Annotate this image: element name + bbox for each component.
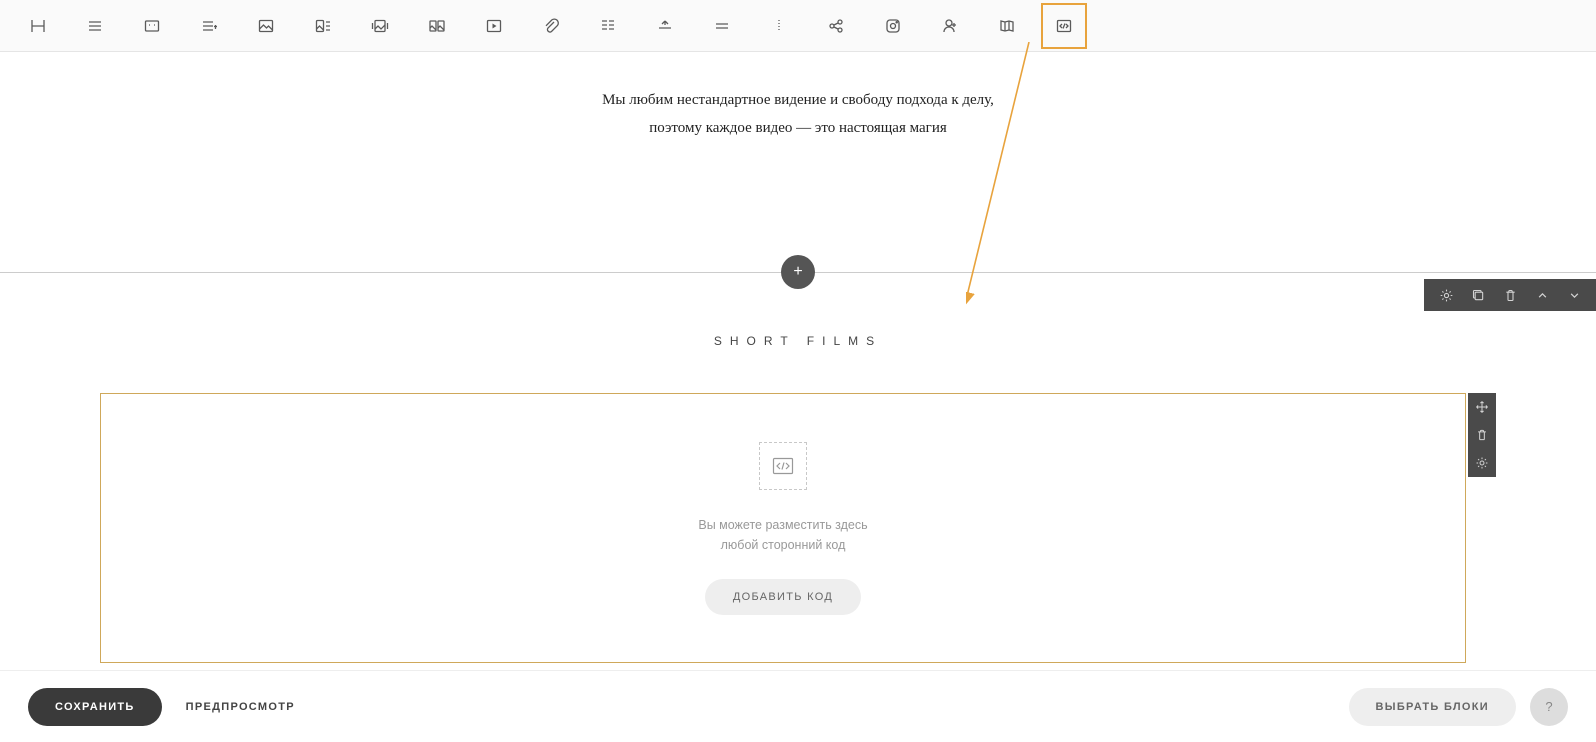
video-icon[interactable] xyxy=(481,13,507,39)
add-code-button[interactable]: ДОБАВИТЬ КОД xyxy=(705,579,861,615)
embed-placeholder-icon xyxy=(759,442,807,490)
block-settings-icon[interactable] xyxy=(1430,279,1462,311)
divider-icon[interactable] xyxy=(709,13,735,39)
person-icon[interactable] xyxy=(937,13,963,39)
save-button[interactable]: СОХРАНИТЬ xyxy=(28,688,162,726)
embed-hint-line-2: любой сторонний код xyxy=(698,535,867,555)
instagram-icon[interactable] xyxy=(880,13,906,39)
block-duplicate-icon[interactable] xyxy=(1462,279,1494,311)
quote-icon[interactable] xyxy=(139,13,165,39)
element-delete-icon[interactable] xyxy=(1468,421,1496,449)
block-move-up-icon[interactable] xyxy=(1526,279,1558,311)
attachment-icon[interactable] xyxy=(538,13,564,39)
map-icon[interactable] xyxy=(994,13,1020,39)
code-embed-icon[interactable] xyxy=(1051,13,1077,39)
block-delete-icon[interactable] xyxy=(1494,279,1526,311)
columns-icon[interactable] xyxy=(595,13,621,39)
heading-icon[interactable] xyxy=(25,13,51,39)
share-icon[interactable] xyxy=(823,13,849,39)
element-move-icon[interactable] xyxy=(1468,393,1496,421)
text-icon[interactable] xyxy=(82,13,108,39)
block-toolbar xyxy=(1424,279,1596,311)
block-move-down-icon[interactable] xyxy=(1558,279,1590,311)
add-block-button-top[interactable]: + xyxy=(781,255,815,289)
intro-line-1: Мы любим нестандартное видение и свободу… xyxy=(0,87,1596,115)
choose-blocks-button[interactable]: ВЫБРАТЬ БЛОКИ xyxy=(1349,688,1517,726)
separator-icon[interactable] xyxy=(766,13,792,39)
element-side-tools xyxy=(1468,393,1496,477)
element-settings-icon[interactable] xyxy=(1468,449,1496,477)
section-title[interactable]: SHORT FILMS xyxy=(0,334,1596,348)
intro-line-2: поэтому каждое видео — это настоящая маг… xyxy=(0,115,1596,143)
top-toolbar xyxy=(0,0,1596,52)
embed-hint-line-1: Вы можете разместить здесь xyxy=(698,515,867,535)
editor-canvas: Мы любим нестандартное видение и свободу… xyxy=(0,87,1596,143)
image-text-icon[interactable] xyxy=(310,13,336,39)
list-icon[interactable] xyxy=(196,13,222,39)
divider-up-icon[interactable] xyxy=(652,13,678,39)
intro-text-block[interactable]: Мы любим нестандартное видение и свободу… xyxy=(0,87,1596,143)
grid-icon[interactable] xyxy=(424,13,450,39)
help-button[interactable]: ? xyxy=(1530,688,1568,726)
image-icon[interactable] xyxy=(253,13,279,39)
gallery-icon[interactable] xyxy=(367,13,393,39)
bottom-bar: СОХРАНИТЬ ПРЕДПРОСМОТР ВЫБРАТЬ БЛОКИ ? xyxy=(0,670,1596,742)
embed-hint-text: Вы можете разместить здесь любой сторонн… xyxy=(698,515,867,555)
preview-link[interactable]: ПРЕДПРОСМОТР xyxy=(186,701,295,713)
embed-code-block[interactable]: Вы можете разместить здесь любой сторонн… xyxy=(100,393,1466,663)
